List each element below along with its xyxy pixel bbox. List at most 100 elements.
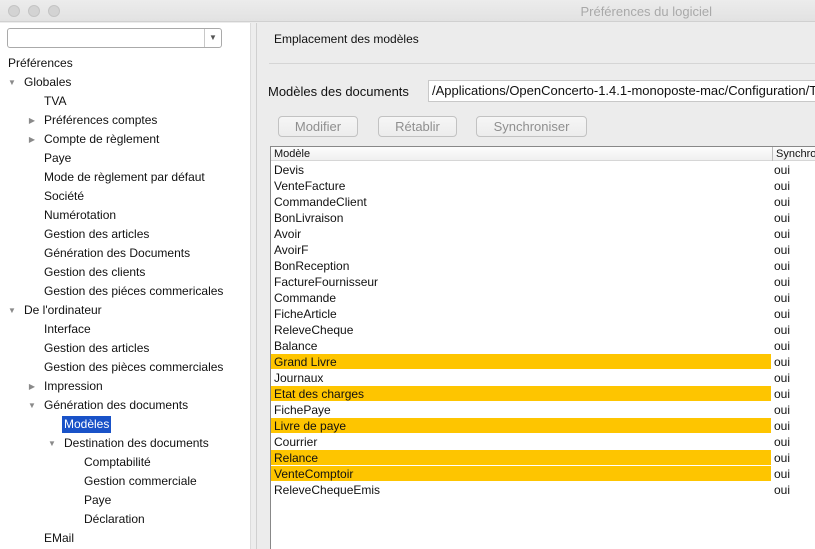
table-row[interactable]: FactureFournisseur oui <box>271 274 815 290</box>
tree-item[interactable]: Gestion des articles <box>0 339 250 358</box>
disclosure-collapsed-icon[interactable]: ▶ <box>27 111 37 130</box>
tree-item[interactable]: Génération des Documents <box>0 244 250 263</box>
tree-item[interactable]: Paye <box>0 491 250 510</box>
tree-item[interactable]: Modèles <box>0 415 250 434</box>
tree-item[interactable]: TVA <box>0 92 250 111</box>
table-row[interactable]: FichePaye oui <box>271 402 815 418</box>
cell-model: FicheArticle <box>274 307 337 321</box>
table-row[interactable]: BonReception oui <box>271 258 815 274</box>
tree-item[interactable]: ▼ Globales <box>0 73 250 92</box>
cell-model: Devis <box>274 163 305 177</box>
tree-item-label: Gestion des clients <box>44 265 146 279</box>
table-row[interactable]: VenteComptoir oui <box>271 466 815 482</box>
chevron-down-icon[interactable]: ▼ <box>204 29 221 47</box>
section-divider <box>269 63 815 64</box>
tree-item-label: Société <box>44 189 85 203</box>
tree-item[interactable]: ▶ Impression <box>0 377 250 396</box>
tree-item[interactable]: ▶ Compte de règlement <box>0 130 250 149</box>
tree-item[interactable]: Paye <box>0 149 250 168</box>
tree-item-label: Génération des documents <box>44 398 189 412</box>
cell-sync: oui <box>774 275 791 289</box>
column-header-sync[interactable]: Synchronisé <box>772 147 815 161</box>
tree-item[interactable]: ▶ Préférences comptes <box>0 111 250 130</box>
tree-item-label: Numérotation <box>44 208 117 222</box>
cell-model: Grand Livre <box>271 354 771 369</box>
table-row[interactable]: ReleveCheque oui <box>271 322 815 338</box>
tree-item-label: Paye <box>44 151 72 165</box>
table-row[interactable]: FicheArticle oui <box>271 306 815 322</box>
table-row[interactable]: Etat des charges oui <box>271 386 815 402</box>
table-row[interactable]: ReleveChequeEmis oui <box>271 482 815 498</box>
cell-sync: oui <box>774 339 791 353</box>
tree-item[interactable]: Comptabilité <box>0 453 250 472</box>
tree-item-label: Gestion des pièces commerciales <box>44 360 224 374</box>
modify-button[interactable]: Modifier <box>278 116 358 137</box>
table-row[interactable]: Devis oui <box>271 162 815 178</box>
tree-item[interactable]: ▼ De l'ordinateur <box>0 301 250 320</box>
models-table: Modèle Synchronisé Devis oui VenteFacture o… <box>270 146 815 549</box>
cell-sync: oui <box>774 307 791 321</box>
table-row[interactable]: Relance oui <box>271 450 815 466</box>
tree-item[interactable]: EMail <box>0 529 250 548</box>
cell-model: VenteComptoir <box>271 466 771 481</box>
column-header-model[interactable]: Modèle <box>274 147 310 161</box>
table-row[interactable]: AvoirF oui <box>271 242 815 258</box>
table-row[interactable]: Livre de paye oui <box>271 418 815 434</box>
tree-item[interactable]: Gestion des clients <box>0 263 250 282</box>
reset-button[interactable]: Rétablir <box>378 116 457 137</box>
cell-sync: oui <box>774 195 791 209</box>
tree-item[interactable]: Préférences <box>0 54 250 73</box>
window-title: Préférences du logiciel <box>580 4 712 19</box>
tree-item[interactable]: Numérotation <box>0 206 250 225</box>
table-row[interactable]: Balance oui <box>271 338 815 354</box>
table-row[interactable]: Avoir oui <box>271 226 815 242</box>
cell-model: ReleveChequeEmis <box>274 483 381 497</box>
table-row[interactable]: Commande oui <box>271 290 815 306</box>
tree-item[interactable]: Mode de règlement par défaut <box>0 168 250 187</box>
synchronize-button[interactable]: Synchroniser <box>476 116 587 137</box>
disclosure-expanded-icon[interactable]: ▼ <box>27 396 37 415</box>
cell-sync: oui <box>774 467 791 481</box>
preferences-sidebar: ▼ Préférences ▼ Globales TVA ▶ Préférences co… <box>0 23 250 549</box>
cell-model: Avoir <box>274 227 302 241</box>
cell-model: AvoirF <box>274 243 309 257</box>
cell-model: CommandeClient <box>274 195 367 209</box>
tree-item[interactable]: Gestion des piéces commericales <box>0 282 250 301</box>
cell-sync: oui <box>774 291 791 305</box>
table-row[interactable]: Grand Livre oui <box>271 354 815 370</box>
tree-item[interactable]: Gestion des pièces commerciales <box>0 358 250 377</box>
tree-item[interactable]: ▼ Destination des documents <box>0 434 250 453</box>
table-row[interactable]: Courrier oui <box>271 434 815 450</box>
disclosure-collapsed-icon[interactable]: ▶ <box>27 377 37 396</box>
tree-item-label: Impression <box>44 379 103 393</box>
tree-item[interactable]: ▼ Génération des documents <box>0 396 250 415</box>
cell-sync: oui <box>774 435 791 449</box>
cell-model: Courrier <box>274 435 318 449</box>
disclosure-collapsed-icon[interactable]: ▶ <box>27 130 37 149</box>
table-row[interactable]: CommandeClient oui <box>271 194 815 210</box>
cell-sync: oui <box>774 163 791 177</box>
tree-item-label: Déclaration <box>84 512 145 526</box>
tree-item[interactable]: Interface <box>0 320 250 339</box>
cell-sync: oui <box>774 259 791 273</box>
cell-model: FactureFournisseur <box>274 275 379 289</box>
disclosure-expanded-icon[interactable]: ▼ <box>7 301 17 320</box>
tree-item[interactable]: Gestion commerciale <box>0 472 250 491</box>
path-label: Modèles des documents <box>268 84 409 99</box>
tree-item[interactable]: Gestion des articles <box>0 225 250 244</box>
template-path-field[interactable]: /Applications/OpenConcerto-1.4.1-monopos… <box>428 80 815 102</box>
cell-model: VenteFacture <box>274 179 346 193</box>
table-row[interactable]: BonLivraison oui <box>271 210 815 226</box>
tree-item[interactable]: Société <box>0 187 250 206</box>
table-row[interactable]: VenteFacture oui <box>271 178 815 194</box>
tree-item-label: Compte de règlement <box>44 132 160 146</box>
cell-sync: oui <box>774 179 791 193</box>
tree-item[interactable]: Déclaration <box>0 510 250 529</box>
disclosure-expanded-icon[interactable]: ▼ <box>47 434 57 453</box>
cell-sync: oui <box>774 323 791 337</box>
search-combo[interactable]: ▼ <box>7 28 222 48</box>
disclosure-expanded-icon[interactable]: ▼ <box>7 73 17 92</box>
split-pane-divider[interactable] <box>250 23 257 549</box>
tree-item-label: Préférences <box>8 56 73 70</box>
table-row[interactable]: Journaux oui <box>271 370 815 386</box>
